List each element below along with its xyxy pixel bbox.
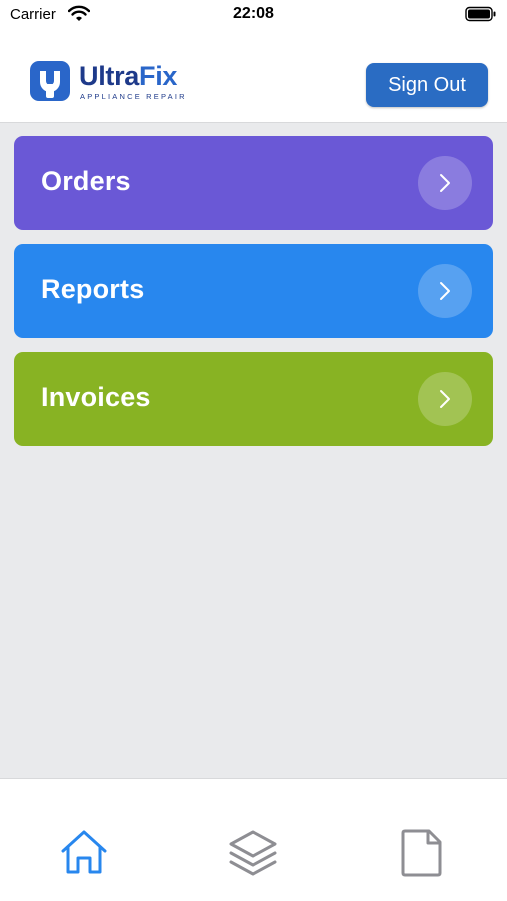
chevron-right-icon	[418, 156, 472, 210]
layers-icon	[229, 830, 277, 876]
wrench-icon	[30, 61, 70, 101]
logo-name-fix: Fix	[139, 61, 178, 91]
document-icon	[401, 829, 442, 877]
logo-wordmark: UltraFix	[79, 61, 177, 92]
menu-item-invoices[interactable]: Invoices	[14, 352, 493, 446]
tab-bar	[0, 778, 507, 901]
chevron-right-icon	[418, 372, 472, 426]
logo-tagline: APPLIANCE REPAIR	[80, 92, 187, 101]
status-bar: Carrier 22:08	[0, 0, 507, 30]
app-header: UltraFix APPLIANCE REPAIR Sign Out	[0, 30, 507, 123]
tab-documents[interactable]	[395, 826, 449, 880]
tab-home[interactable]	[57, 826, 111, 880]
tab-layers[interactable]	[226, 826, 280, 880]
battery-icon	[465, 6, 497, 27]
menu-item-orders[interactable]: Orders	[14, 136, 493, 230]
menu-item-label: Invoices	[41, 382, 151, 412]
home-icon	[61, 830, 107, 874]
menu-item-label: Orders	[41, 166, 131, 196]
menu-item-label: Reports	[41, 274, 145, 304]
sign-out-button[interactable]: Sign Out	[366, 63, 488, 107]
logo-name-ultra: Ultra	[79, 61, 140, 91]
menu-item-reports[interactable]: Reports	[14, 244, 493, 338]
chevron-right-icon	[418, 264, 472, 318]
status-time: 22:08	[233, 5, 274, 22]
